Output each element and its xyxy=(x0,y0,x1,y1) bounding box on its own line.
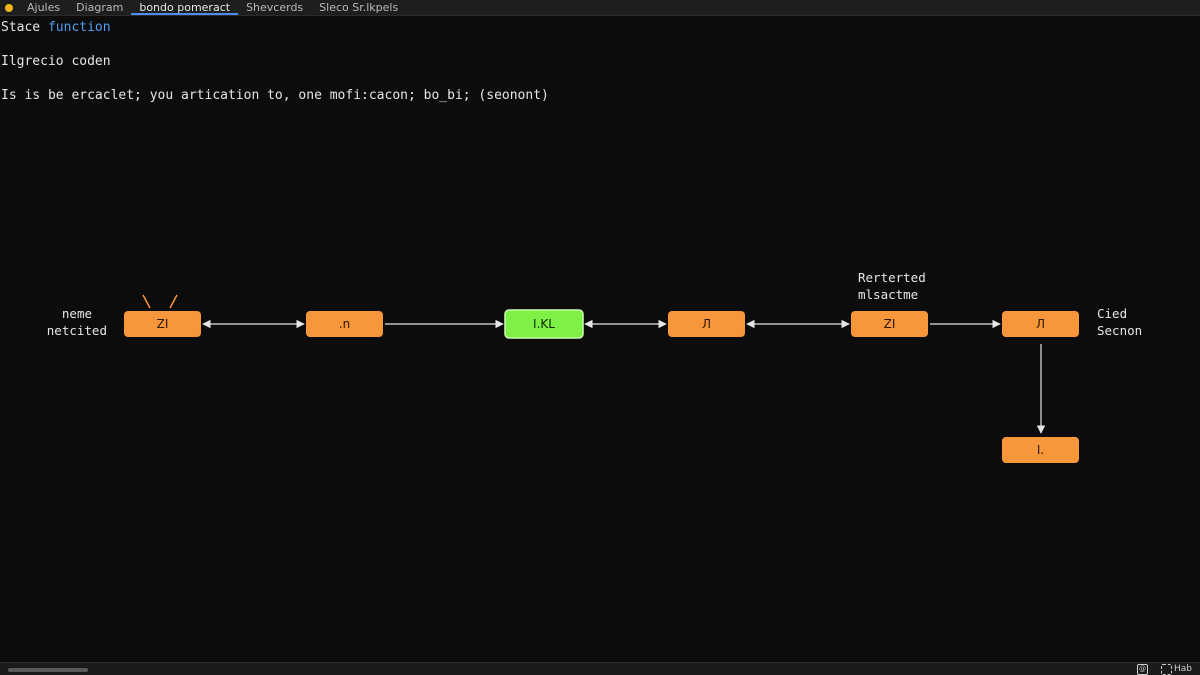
status-bar: @ Hab xyxy=(0,662,1200,675)
notification-icon[interactable]: @ xyxy=(1137,664,1148,675)
state-diagram: ZI .n I.KL Л ZI Л I. neme netcited Rerte… xyxy=(47,270,1142,463)
top-label-line-1: Rerterted xyxy=(858,270,926,285)
state-node-3-active[interactable]: I.KL xyxy=(504,309,584,339)
state-node-7-label: I. xyxy=(1037,443,1044,457)
left-label-line-2: netcited xyxy=(47,323,107,338)
horizontal-scrollbar-thumb[interactable] xyxy=(8,668,88,672)
state-node-4-label: Л xyxy=(702,317,711,331)
state-node-4[interactable]: Л xyxy=(668,311,745,337)
state-node-5[interactable]: ZI xyxy=(851,311,928,337)
left-label-line-1: neme xyxy=(62,306,92,321)
state-node-7[interactable]: I. xyxy=(1002,437,1079,463)
state-node-6-label: Л xyxy=(1036,317,1045,331)
app-window: Ajules Diagram bondo pomeract Shevcerds … xyxy=(0,0,1200,675)
link-icon[interactable] xyxy=(1161,664,1172,675)
top-label-line-2: mlsactme xyxy=(858,287,918,302)
state-node-1[interactable]: ZI xyxy=(124,311,201,337)
state-node-3-label: I.KL xyxy=(533,317,555,331)
state-node-1-label: ZI xyxy=(157,317,169,331)
state-node-5-label: ZI xyxy=(884,317,896,331)
right-label-line-2: Secnon xyxy=(1097,323,1142,338)
node-signal-mark-left xyxy=(142,294,151,309)
right-label-line-1: Cied xyxy=(1097,306,1127,321)
state-node-2[interactable]: .n xyxy=(306,311,383,337)
state-node-2-label: .n xyxy=(339,317,350,331)
status-hab-text: Hab xyxy=(1174,664,1192,674)
state-node-6[interactable]: Л xyxy=(1002,311,1079,337)
node-signal-mark-right xyxy=(169,294,178,309)
